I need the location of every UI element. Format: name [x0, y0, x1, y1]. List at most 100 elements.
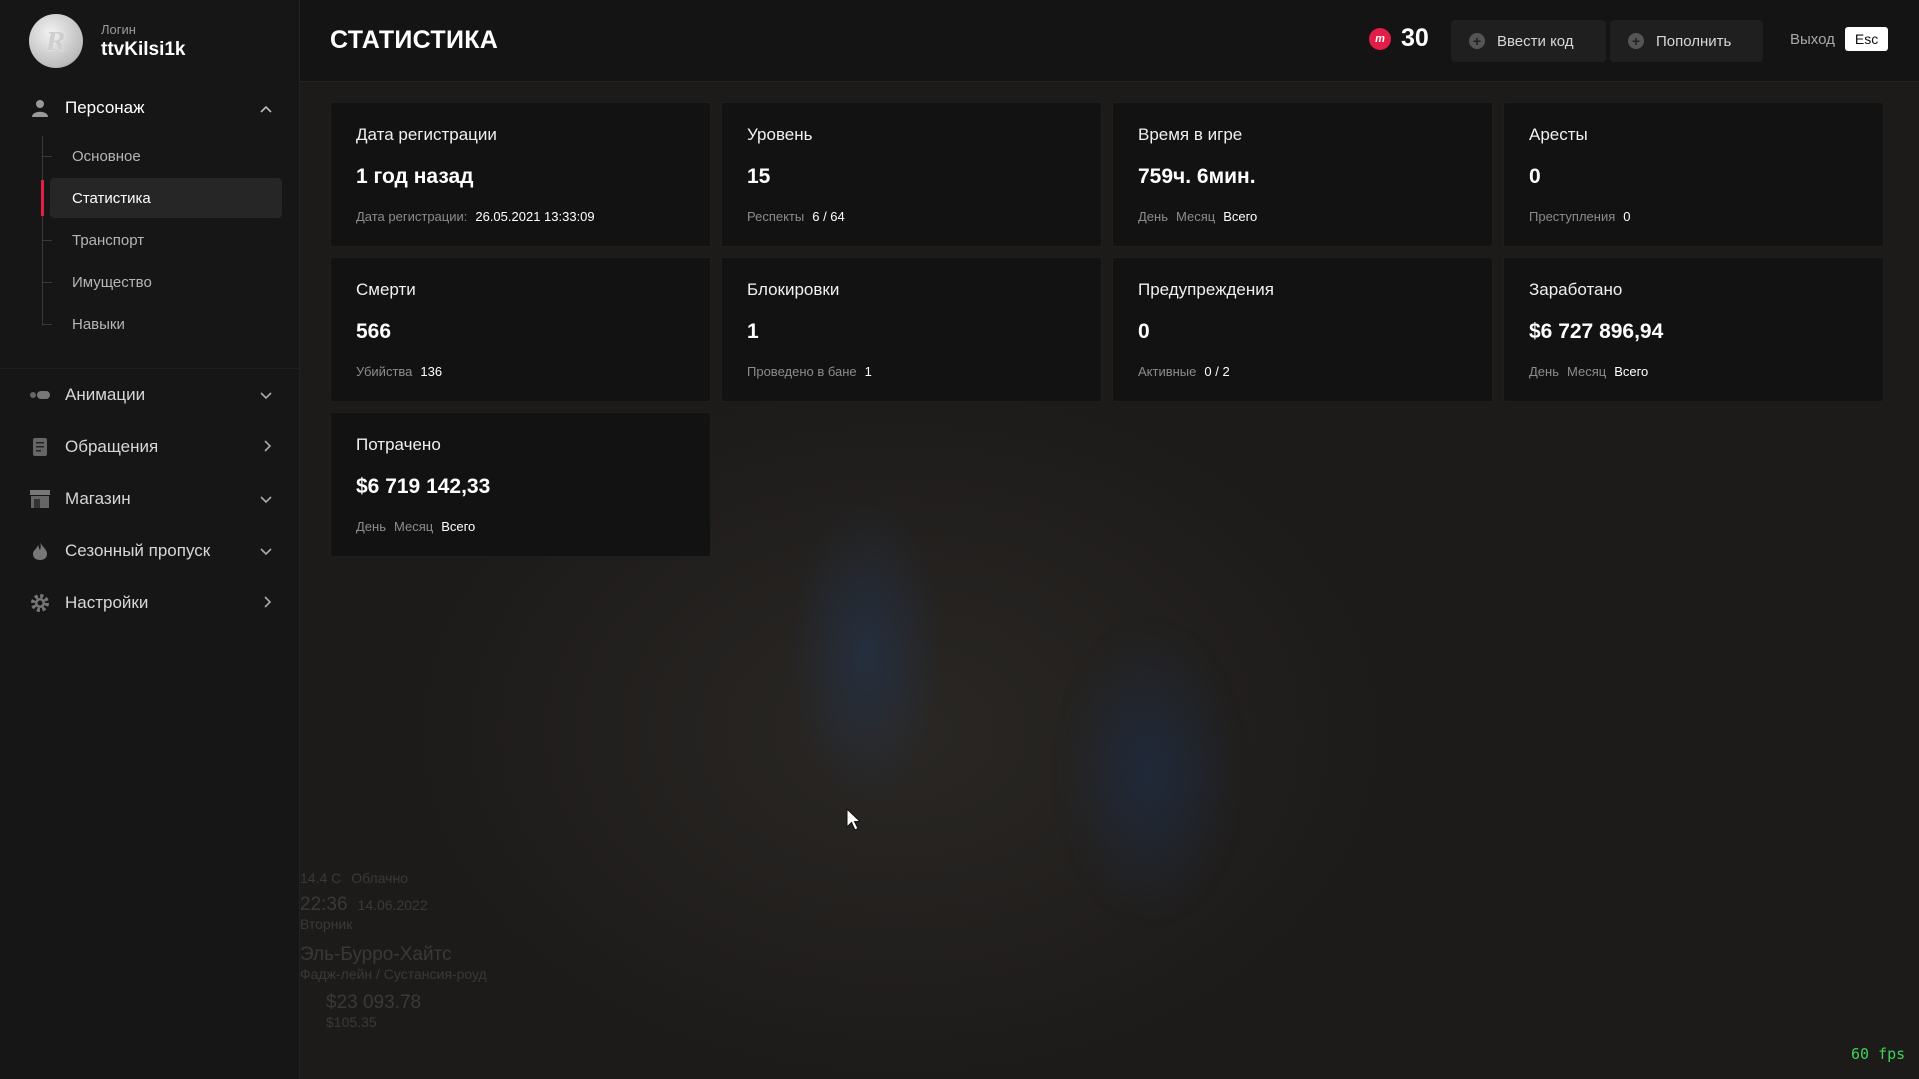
period-day-tab[interactable]: День: [1529, 364, 1559, 379]
chevron-down-icon: [260, 387, 272, 403]
card-title: Уровень: [747, 125, 813, 144]
top-bar: СТАТИСТИКА m 30 + Ввести код + Пополнить…: [300, 0, 1919, 82]
card-sub-label: Активные: [1138, 364, 1197, 379]
store-icon: [30, 489, 50, 509]
hud-date: 14.06.2022: [357, 897, 428, 913]
nav-section-label: Анимации: [65, 385, 146, 404]
subnav-item-skills[interactable]: Навыки: [42, 304, 282, 344]
period-month-tab[interactable]: Месяц: [1567, 364, 1606, 379]
sidebar: R Логин ttvKilsi1k Персонаж Основное Ста…: [0, 0, 300, 1079]
card-sub: День Месяц Всего: [356, 519, 685, 534]
stat-card-arrests: Аресты 0 Преступления 0: [1503, 102, 1884, 247]
nav-section-appeals[interactable]: Обращения: [0, 430, 300, 464]
period-day-tab[interactable]: День: [356, 519, 386, 534]
card-sub: День Месяц Всего: [1529, 364, 1858, 379]
card-sub-label: Преступления: [1529, 209, 1616, 224]
hud-weather: 14.4 C Облачно: [300, 870, 487, 886]
card-title: Блокировки: [747, 280, 840, 299]
card-sub-value: 26.05.2021 13:33:09: [475, 209, 595, 224]
fps-counter: 60 fps: [1851, 1045, 1906, 1063]
hud-cash: $23 093.78: [326, 992, 422, 1013]
card-title: Заработано: [1529, 280, 1623, 299]
page-title: СТАТИСТИКА: [330, 26, 499, 54]
chevron-right-icon: [264, 439, 272, 455]
stat-card-bans: Блокировки 1 Проведено в бане 1: [721, 257, 1102, 402]
card-sub-value: 6 / 64: [812, 209, 845, 224]
card-value: 15: [747, 165, 771, 188]
subnav-label: Транспорт: [72, 231, 145, 249]
tree-line: [42, 136, 43, 326]
nav-section-store[interactable]: Магазин: [0, 482, 300, 516]
top-up-button[interactable]: + Пополнить: [1610, 20, 1763, 62]
weather-temp: 14.4 C: [300, 870, 342, 886]
sidebar-divider: [0, 368, 300, 369]
exit-button[interactable]: Выход Esc: [1790, 27, 1889, 51]
stat-card-earned: Заработано $6 727 896,94 День Месяц Всег…: [1503, 257, 1884, 402]
chevron-right-icon: [264, 595, 272, 611]
card-value: $6 719 142,33: [356, 475, 491, 498]
card-value: 1 год назад: [356, 165, 474, 188]
card-title: Время в игре: [1138, 125, 1243, 144]
hud-time: 22:36: [300, 894, 348, 915]
period-total-tab[interactable]: Всего: [1223, 209, 1257, 224]
login-name: ttvKilsi1k: [101, 38, 186, 60]
card-sub-label: Респекты: [747, 209, 805, 224]
hud-bank: $105.35: [326, 1014, 377, 1030]
avatar: R: [29, 14, 83, 68]
card-value: 759ч. 6мин.: [1138, 165, 1256, 188]
card-sub-label: Убийства: [356, 364, 413, 379]
card-sub-value: 0 / 2: [1204, 364, 1230, 379]
subnav-label: Навыки: [72, 315, 125, 333]
stat-card-deaths: Смерти 566 Убийства 136: [330, 257, 711, 402]
subnav-item-main[interactable]: Основное: [42, 136, 282, 176]
card-value: 566: [356, 320, 392, 343]
card-sub: Проведено в бане 1: [747, 364, 1076, 379]
chevron-down-icon: [260, 491, 272, 507]
chevron-down-icon: [260, 543, 272, 559]
subnav-label: Основное: [72, 147, 141, 165]
stat-card-level: Уровень 15 Респекты 6 / 64: [721, 102, 1102, 247]
gear-icon: [30, 593, 50, 613]
esc-key-badge: Esc: [1844, 27, 1889, 51]
coin-icon: m: [1369, 27, 1391, 50]
nav-section-animations[interactable]: Анимации: [0, 378, 300, 412]
subnav-item-property[interactable]: Имущество: [42, 262, 282, 302]
game-hud: 14.4 C Облачно 22:36 14.06.2022 Вторник …: [300, 870, 487, 1030]
card-title: Аресты: [1529, 125, 1588, 144]
card-sub: Убийства 136: [356, 364, 685, 379]
card-sub-label: Проведено в бане: [747, 364, 857, 379]
card-title: Предупреждения: [1138, 280, 1274, 299]
card-title: Смерти: [356, 280, 416, 299]
subnav-item-transport[interactable]: Транспорт: [42, 220, 282, 260]
hud-location: Эль-Бурро-Хайтс: [300, 944, 452, 965]
subnav-label: Имущество: [72, 273, 152, 291]
card-value: $6 727 896,94: [1529, 320, 1664, 343]
chevron-up-icon: [260, 100, 272, 116]
period-month-tab[interactable]: Месяц: [394, 519, 433, 534]
period-month-tab[interactable]: Месяц: [1176, 209, 1215, 224]
period-day-tab[interactable]: День: [1138, 209, 1168, 224]
mouse-cursor-icon: [846, 808, 862, 831]
nav-section-season-pass[interactable]: Сезонный пропуск: [0, 534, 300, 568]
hud-clock: 22:36 14.06.2022: [300, 894, 487, 916]
card-sub-value: 136: [420, 364, 443, 379]
nav-section-settings[interactable]: Настройки: [0, 586, 300, 620]
stat-card-spent: Потрачено $6 719 142,33 День Месяц Всего: [330, 412, 711, 557]
card-sub: Дата регистрации: 26.05.2021 13:33:09: [356, 209, 685, 224]
donate-balance: m 30: [1369, 24, 1429, 53]
exit-label: Выход: [1790, 30, 1835, 48]
nav-section-label: Сезонный пропуск: [65, 541, 211, 560]
period-total-tab[interactable]: Всего: [1614, 364, 1648, 379]
period-total-tab[interactable]: Всего: [441, 519, 475, 534]
plus-icon: +: [1628, 33, 1644, 49]
card-value: 0: [1529, 165, 1541, 188]
nav-section-character[interactable]: Персонаж: [0, 91, 300, 125]
button-label: Ввести код: [1497, 32, 1574, 50]
enter-code-button[interactable]: + Ввести код: [1451, 20, 1606, 62]
card-sub: Активные 0 / 2: [1138, 364, 1467, 379]
card-sub: День Месяц Всего: [1138, 209, 1467, 224]
subnav-item-statistics[interactable]: Статистика: [41, 178, 282, 218]
document-icon: [30, 437, 50, 457]
stat-card-playtime: Время в игре 759ч. 6мин. День Месяц Всег…: [1112, 102, 1493, 247]
card-value: 1: [747, 320, 759, 343]
